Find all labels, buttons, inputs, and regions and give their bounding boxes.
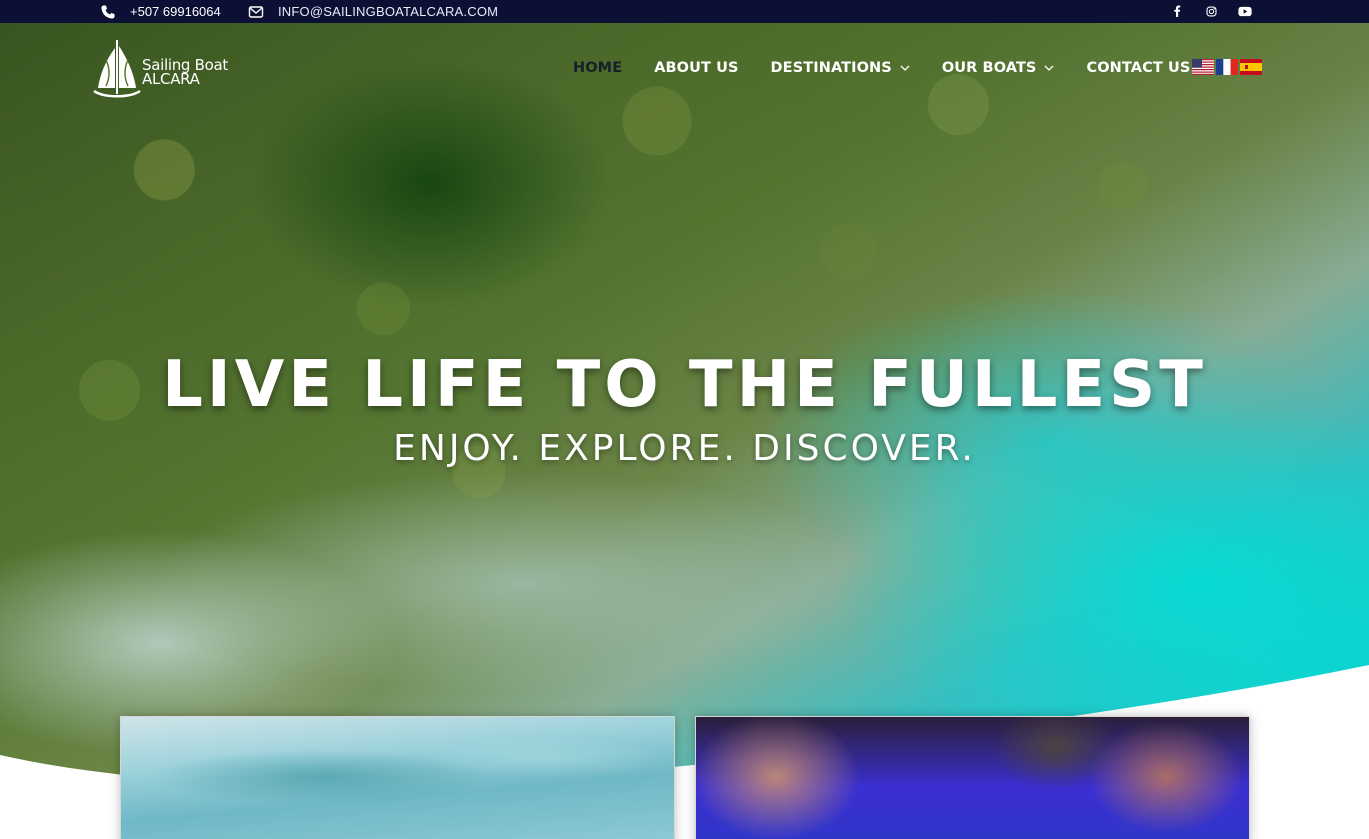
french-flag-icon[interactable] <box>1216 59 1238 75</box>
language-switcher <box>1192 59 1264 75</box>
card-image <box>696 717 1249 839</box>
english-flag-icon[interactable] <box>1192 59 1214 75</box>
feature-card-aerial-reef[interactable] <box>120 716 675 839</box>
spanish-flag-icon[interactable] <box>1240 59 1262 75</box>
nav-our-boats[interactable]: OUR BOATS <box>942 60 1055 76</box>
email-contact[interactable]: INFO@SAILINGBOATALCARA.COM <box>248 0 498 23</box>
nav-home[interactable]: HOME <box>573 60 622 76</box>
hero-subtitle: ENJOY. EXPLORE. DISCOVER. <box>393 428 976 469</box>
email-address[interactable]: INFO@SAILINGBOATALCARA.COM <box>278 4 498 19</box>
brand-name: Sailing Boat ALCARA <box>142 58 228 88</box>
feature-card-coral-reef[interactable] <box>695 716 1250 839</box>
nav-our-boats-label[interactable]: OUR BOATS <box>942 60 1037 76</box>
nav-about-us[interactable]: ABOUT US <box>654 60 738 76</box>
card-image <box>121 717 674 839</box>
nav-contact-us-label[interactable]: CONTACT US <box>1086 60 1190 76</box>
chevron-down-icon[interactable] <box>900 63 910 73</box>
nav-home-label[interactable]: HOME <box>573 60 622 76</box>
chevron-down-icon[interactable] <box>1044 63 1054 73</box>
nav-about-us-label[interactable]: ABOUT US <box>654 60 738 76</box>
phone-contact[interactable]: +507 69916064 <box>100 0 221 23</box>
brand-line-2: ALCARA <box>142 70 200 88</box>
facebook-icon[interactable] <box>1169 3 1185 19</box>
main-navigation: HOME ABOUT US DESTINATIONS OUR BOATS CON… <box>573 57 1190 79</box>
sailboat-logo-icon <box>93 40 141 98</box>
instagram-icon[interactable] <box>1203 3 1219 19</box>
nav-destinations-label[interactable]: DESTINATIONS <box>771 60 892 76</box>
youtube-icon[interactable] <box>1237 3 1253 19</box>
brand-logo[interactable]: Sailing Boat ALCARA <box>92 38 242 100</box>
nav-destinations[interactable]: DESTINATIONS <box>771 60 910 76</box>
nav-contact-us[interactable]: CONTACT US <box>1086 60 1190 76</box>
envelope-icon <box>248 5 264 18</box>
hero-title: LIVE LIFE TO THE FULLEST <box>162 348 1207 422</box>
top-contact-bar: +507 69916064 INFO@SAILINGBOATALCARA.COM <box>0 0 1369 23</box>
phone-icon <box>101 5 115 18</box>
phone-number[interactable]: +507 69916064 <box>130 4 221 19</box>
